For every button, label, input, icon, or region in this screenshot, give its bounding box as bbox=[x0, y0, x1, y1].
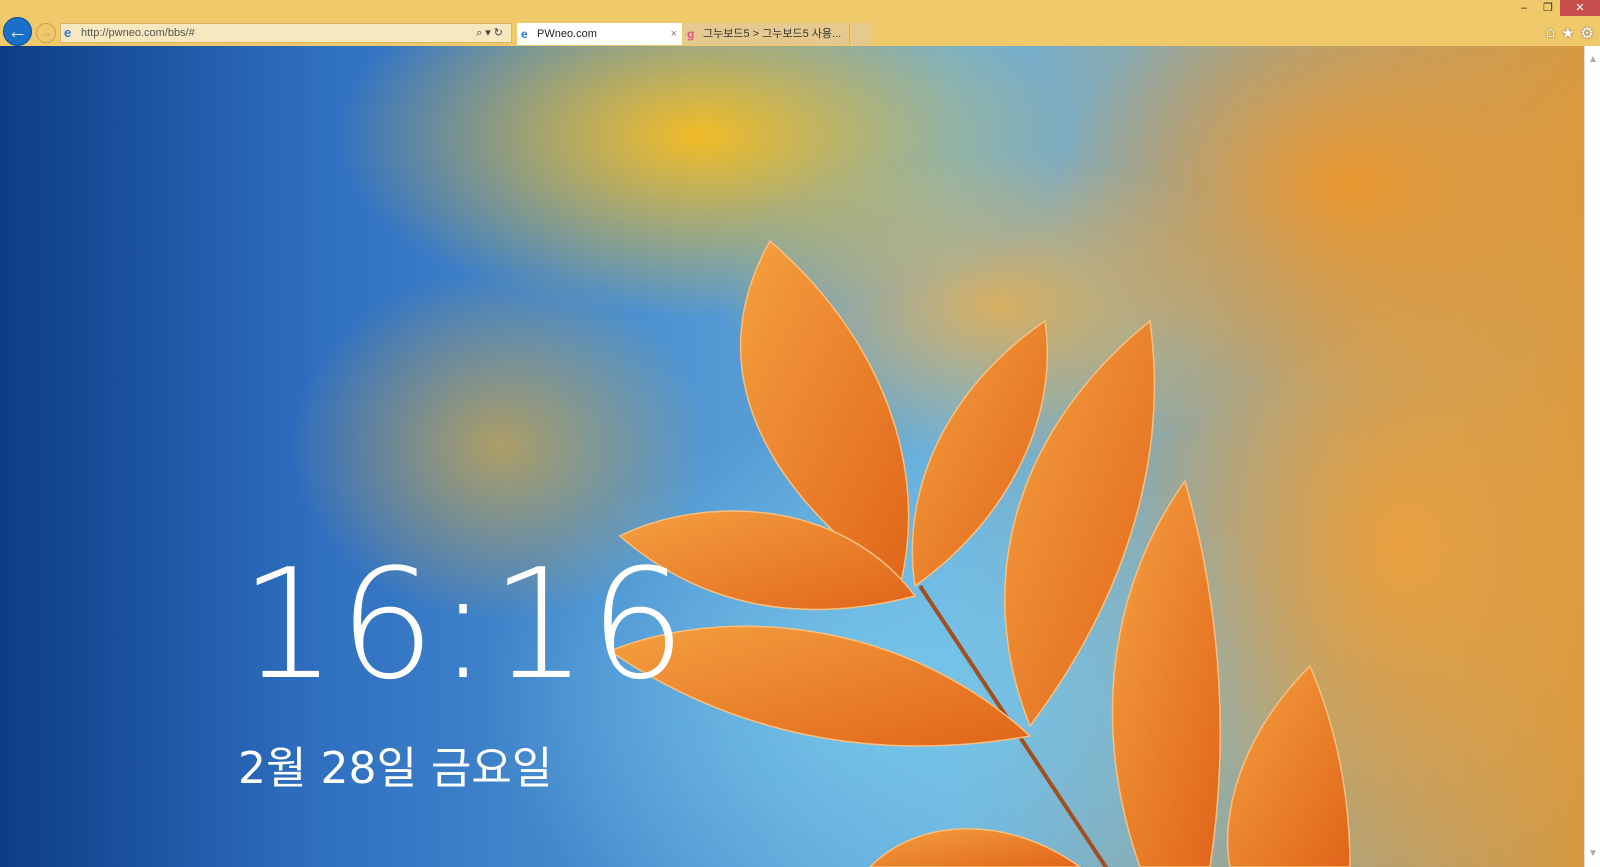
lockscreen-time: 16:16 bbox=[240, 536, 689, 713]
browser-toolbar: ⌂ ★ ⚙ bbox=[1546, 24, 1594, 42]
close-button[interactable]: ✕ bbox=[1560, 0, 1600, 16]
scroll-up-icon[interactable]: ▲ bbox=[1585, 54, 1600, 65]
vertical-scrollbar[interactable]: ▲ ▼ bbox=[1584, 46, 1600, 867]
tab-title: 그누보드5 > 그누보드5 사용... bbox=[703, 28, 842, 40]
browser-chrome: ← → e http://pwneo.com/bbs/# ⌕▾↻ e PWneo… bbox=[0, 0, 1600, 46]
minimize-button[interactable]: – bbox=[1512, 0, 1536, 16]
forward-button[interactable]: → bbox=[36, 23, 56, 43]
favorites-icon[interactable]: ★ bbox=[1561, 24, 1574, 42]
tab-pwneo[interactable]: e PWneo.com × bbox=[517, 23, 682, 45]
restore-button[interactable]: ❐ bbox=[1536, 0, 1560, 16]
settings-icon[interactable]: ⚙ bbox=[1581, 24, 1594, 42]
tab-gnuboard[interactable]: g 그누보드5 > 그누보드5 사용... bbox=[683, 23, 848, 45]
window-controls: – ❐ ✕ bbox=[1512, 0, 1600, 16]
new-tab-button[interactable] bbox=[849, 23, 871, 45]
ie-icon: e bbox=[521, 27, 528, 41]
close-tab-icon[interactable]: × bbox=[671, 23, 677, 45]
ie-icon: e bbox=[64, 25, 72, 40]
gnuboard-icon: g bbox=[687, 27, 695, 41]
home-icon[interactable]: ⌂ bbox=[1546, 24, 1555, 42]
address-bar[interactable]: e http://pwneo.com/bbs/# ⌕▾↻ bbox=[60, 23, 512, 43]
lockscreen-date: 2월 28일 금요일 bbox=[238, 743, 553, 794]
lockscreen-page: 16:16 2월 28일 금요일 bbox=[0, 46, 1584, 867]
search-refresh-icons[interactable]: ⌕▾↻ bbox=[476, 24, 506, 42]
scroll-down-icon[interactable]: ▼ bbox=[1585, 848, 1600, 859]
back-button[interactable]: ← bbox=[3, 17, 32, 46]
tab-title: PWneo.com bbox=[537, 28, 597, 40]
address-text[interactable]: http://pwneo.com/bbs/# bbox=[81, 27, 195, 39]
